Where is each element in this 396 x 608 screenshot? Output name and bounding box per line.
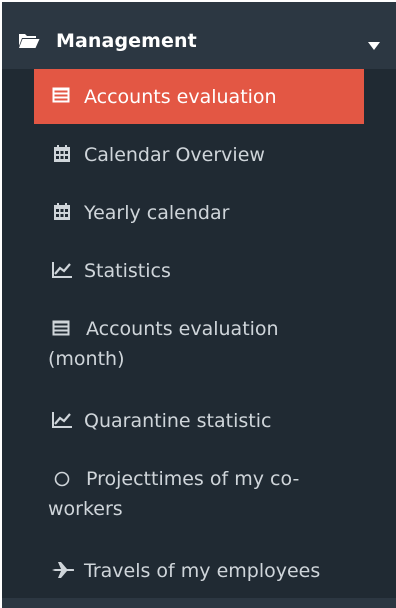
line-chart-icon [52, 412, 72, 430]
menu-item-projecttimes-of-my-co-workers[interactable]: Projecttimes of my co-workers [2, 452, 396, 538]
folder-open-icon [18, 32, 40, 48]
menu-item-accounts-evaluation-month[interactable]: Accounts evaluation (month) [2, 302, 396, 388]
menu-item-label: Quarantine statistic [84, 410, 272, 432]
menu-bottom-divider [2, 598, 396, 608]
calendar-icon [54, 203, 72, 221]
menu-item-statistics[interactable]: Statistics [2, 244, 396, 296]
caret-down-icon[interactable] [368, 42, 380, 50]
menu-item-calendar-overview[interactable]: Calendar Overview [2, 128, 396, 180]
menu-header-title: Management [56, 30, 197, 52]
menu-item-quarantine-statistic[interactable]: Quarantine statistic [2, 394, 396, 446]
calendar-icon [54, 145, 72, 163]
menu-item-label: Travels of my employees [84, 560, 321, 582]
plane-icon [52, 562, 74, 580]
menu-item-yearly-calendar[interactable]: Yearly calendar [2, 186, 396, 238]
menu-header-management[interactable]: Management [2, 2, 396, 69]
menu-item-label: Accounts evaluation [84, 86, 277, 108]
menu-item-label: Statistics [84, 260, 171, 282]
menu-item-label: Calendar Overview [84, 144, 265, 166]
menu-item-accounts-evaluation[interactable]: Accounts evaluation [34, 69, 364, 124]
list-alt-icon [52, 87, 70, 105]
sidebar-panel: Management Accounts evaluation Calendar … [0, 0, 396, 608]
menu-item-label: Yearly calendar [84, 202, 230, 224]
menu-item-travels-of-my-employees[interactable]: Travels of my employees [2, 544, 396, 596]
line-chart-icon [52, 262, 72, 280]
menu-item-label: Projecttimes of my co-workers [48, 468, 300, 520]
menu-item-label: Accounts evaluation (month) [48, 318, 279, 370]
sidebar-menu: Management Accounts evaluation Calendar … [2, 2, 396, 608]
